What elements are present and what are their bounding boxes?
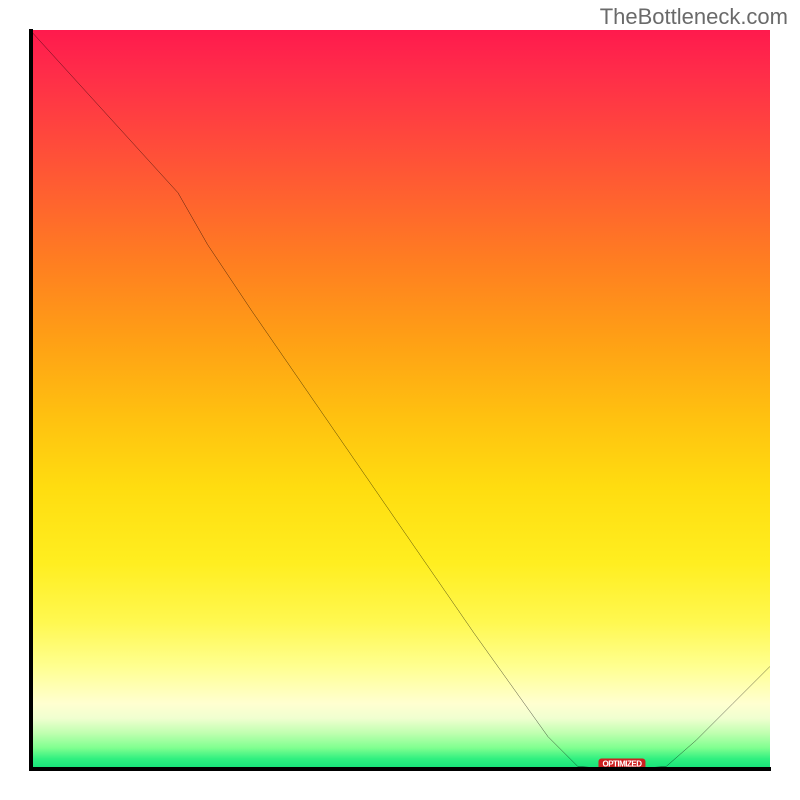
plot-area: OPTIMIZED	[30, 30, 770, 770]
y-axis	[29, 29, 33, 771]
x-axis	[29, 767, 771, 771]
attribution-text: TheBottleneck.com	[600, 4, 788, 30]
chart-container: TheBottleneck.com OPTIMIZED	[0, 0, 800, 800]
curve-svg	[30, 30, 770, 770]
bottleneck-curve	[30, 30, 770, 770]
